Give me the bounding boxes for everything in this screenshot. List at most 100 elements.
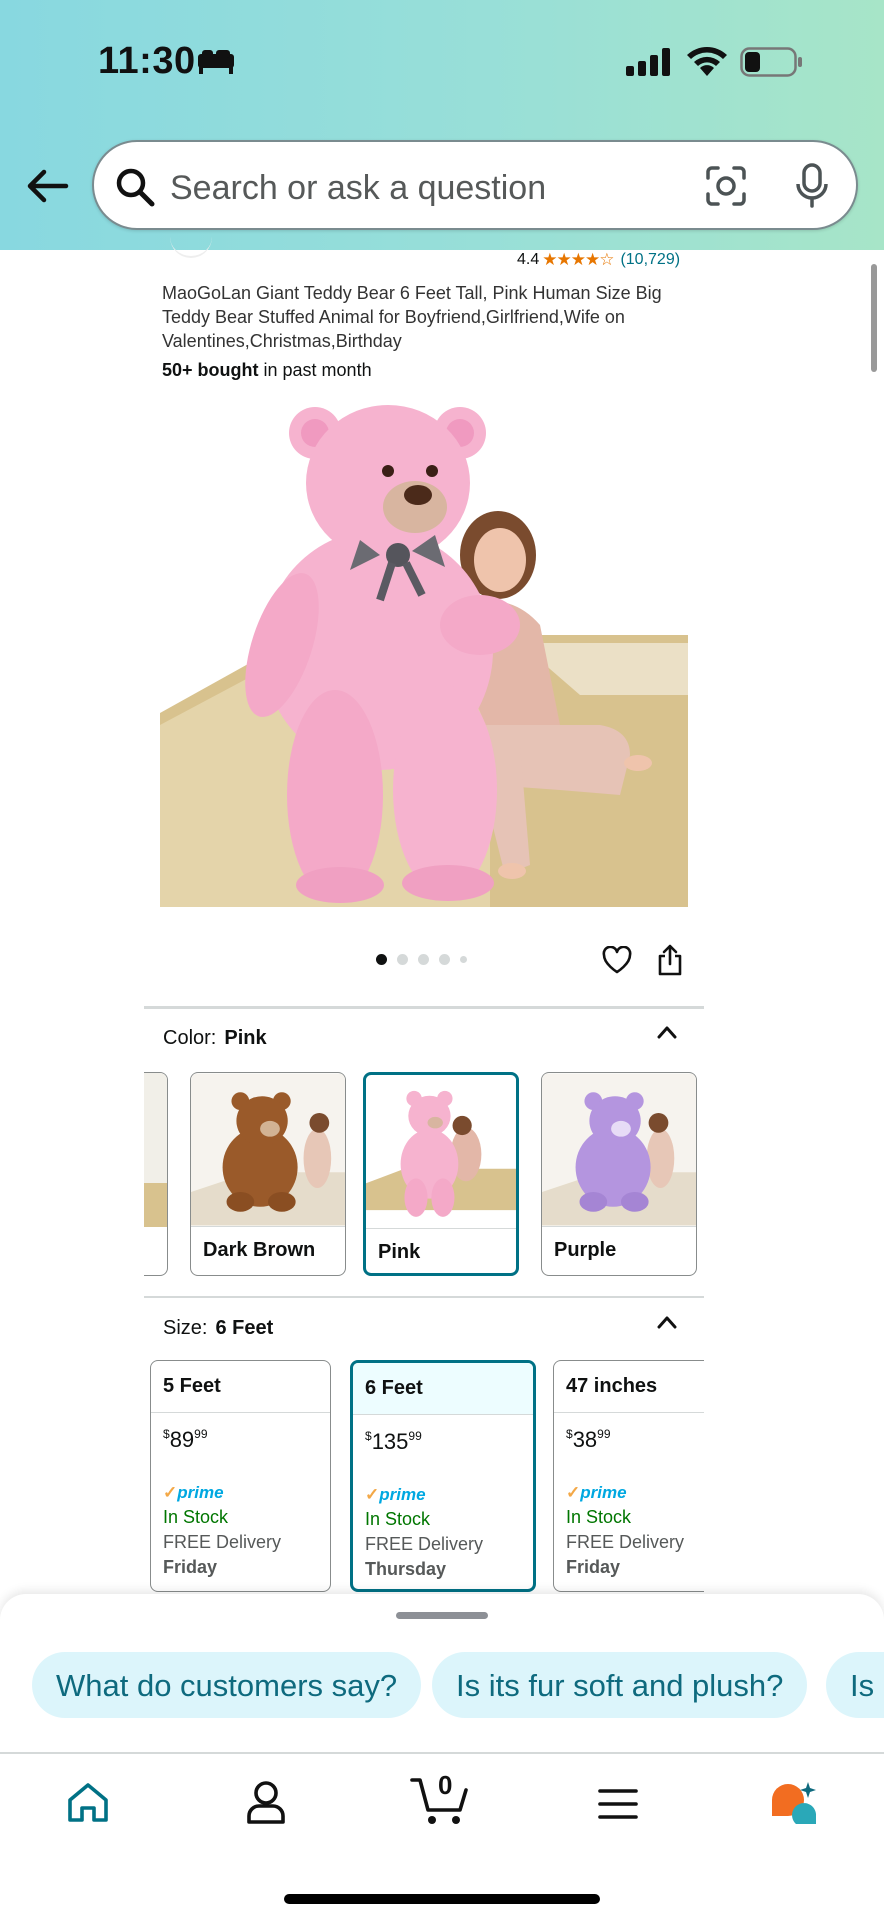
delivery-text: FREE Delivery [365, 1534, 484, 1554]
section-divider [144, 1006, 704, 1009]
search-bar[interactable]: Search or ask a question [92, 140, 858, 230]
price: $3899 [566, 1427, 611, 1453]
prime-check-icon: ✓ [566, 1483, 581, 1502]
carousel-dot[interactable] [460, 956, 467, 963]
prime-badge: ✓prime [365, 1485, 426, 1505]
status-time: 11:30 [98, 40, 196, 82]
rating-value: 4.4 [517, 251, 540, 268]
product-page: 11:30 Search or ask a question 4.4 ★★★★☆… [0, 0, 884, 1920]
price-whole: 89 [169, 1427, 195, 1452]
size-label: Size: [163, 1317, 208, 1339]
cart-button[interactable]: 0 [410, 1770, 474, 1826]
price-fraction: 99 [194, 1427, 208, 1441]
color-option-pink[interactable]: Pink [363, 1072, 519, 1276]
sleep-focus-icon [198, 50, 234, 74]
prime-text: prime [177, 1483, 224, 1502]
prime-check-icon: ✓ [365, 1485, 380, 1504]
color-label: Color: [163, 1027, 217, 1049]
home-indicator[interactable] [284, 1894, 600, 1904]
prime-text: prime [580, 1483, 627, 1502]
color-option-purple[interactable]: Purple [541, 1072, 697, 1276]
delivery-day: Thursday [365, 1559, 447, 1579]
chevron-up-icon[interactable] [657, 1315, 677, 1329]
delivery-day: Friday [163, 1557, 218, 1577]
stock-status: In Stock [365, 1509, 431, 1529]
wifi-icon [687, 47, 727, 76]
search-icon [116, 168, 155, 207]
price-currency: $ [365, 1429, 372, 1443]
cellular-signal-icon [626, 48, 670, 76]
product-title: MaoGoLan Giant Teddy Bear 6 Feet Tall, P… [162, 283, 662, 351]
prime-check-icon: ✓ [163, 1483, 178, 1502]
size-selector-header[interactable]: Size: 6 Feet [163, 1317, 273, 1340]
bought-in-past-month: 50+ bought in past month [162, 360, 372, 381]
size-option-6-feet[interactable]: 6 Feet $13599 ✓prime In Stock FREE Deliv… [350, 1360, 536, 1592]
size-option-47-inches[interactable]: 47 inches $3899 ✓prime In Stock FREE Del… [553, 1360, 704, 1592]
menu-icon[interactable] [598, 1788, 638, 1820]
microphone-icon[interactable] [794, 162, 830, 210]
heart-icon[interactable] [602, 946, 632, 974]
image-carousel-dots[interactable] [376, 954, 467, 965]
store-logo[interactable] [170, 232, 212, 258]
carousel-dot[interactable] [418, 954, 429, 965]
search-input[interactable]: Search or ask a question [170, 169, 546, 208]
home-icon[interactable] [66, 1782, 110, 1824]
size-option-name: 5 Feet [151, 1361, 330, 1413]
suggested-question-chip[interactable]: Is i [826, 1652, 884, 1718]
rufus-icon[interactable] [768, 1780, 820, 1826]
section-divider [144, 1296, 704, 1298]
product-image[interactable] [160, 395, 688, 907]
account-icon[interactable] [246, 1780, 286, 1824]
color-thumbnail [366, 1077, 516, 1229]
price-fraction: 99 [597, 1427, 611, 1441]
battery-icon [740, 47, 802, 77]
price-whole: 135 [371, 1429, 409, 1454]
rating-count-link[interactable]: (10,729) [620, 251, 680, 269]
suggested-question-chip[interactable]: Is its fur soft and plush? [432, 1652, 808, 1718]
prime-badge: ✓prime [163, 1483, 224, 1503]
delivery-text: FREE Delivery [163, 1532, 282, 1552]
size-option-5-feet[interactable]: 5 Feet $8999 ✓prime In Stock FREE Delive… [150, 1360, 331, 1592]
color-option-partial[interactable] [144, 1072, 168, 1276]
share-icon[interactable] [656, 944, 684, 976]
suggested-question-chip[interactable]: What do customers say? [32, 1652, 422, 1718]
bought-count: 50+ bought [162, 360, 259, 380]
size-selected-value: 6 Feet [215, 1317, 274, 1339]
price-fraction: 99 [408, 1429, 422, 1443]
chevron-up-icon[interactable] [657, 1025, 677, 1039]
sheet-grabber[interactable] [396, 1612, 488, 1619]
price-currency: $ [566, 1427, 573, 1441]
color-option-label: Dark Brown [203, 1239, 316, 1261]
color-selector-header[interactable]: Color: Pink [163, 1027, 267, 1050]
rating-summary[interactable]: 4.4 ★★★★☆ (10,729) [517, 250, 680, 270]
prime-text: prime [379, 1485, 426, 1504]
star-rating-icon: ★★★★☆ [542, 250, 614, 269]
color-thumbnail [542, 1073, 696, 1227]
prime-badge: ✓prime [566, 1483, 627, 1503]
color-selected-value: Pink [224, 1027, 267, 1049]
back-arrow-icon[interactable] [22, 164, 72, 208]
bought-suffix: in past month [258, 360, 372, 380]
carousel-dot[interactable] [439, 954, 450, 965]
ask-rufus-sheet: What do customers say? Is its fur soft a… [0, 1594, 884, 1754]
color-thumbnail [191, 1073, 345, 1227]
price-whole: 38 [572, 1427, 598, 1452]
price: $13599 [365, 1429, 422, 1455]
stock-status: In Stock [163, 1507, 229, 1527]
delivery-day: Friday [566, 1557, 621, 1577]
carousel-dot[interactable] [397, 954, 408, 965]
price: $8999 [163, 1427, 208, 1453]
size-option-name: 47 inches [554, 1361, 704, 1413]
color-option-label: Pink [378, 1241, 421, 1263]
stock-status: In Stock [566, 1507, 632, 1527]
scrollbar[interactable] [871, 264, 877, 372]
camera-scan-icon[interactable] [704, 164, 748, 208]
cart-count: 0 [438, 1770, 453, 1800]
carousel-dot[interactable] [376, 954, 387, 965]
size-option-name: 6 Feet [353, 1363, 533, 1415]
delivery-text: FREE Delivery [566, 1532, 685, 1552]
header: 11:30 Search or ask a question [0, 0, 884, 250]
price-currency: $ [163, 1427, 170, 1441]
color-option-label: Purple [554, 1239, 617, 1261]
color-option-dark-brown[interactable]: Dark Brown [190, 1072, 346, 1276]
